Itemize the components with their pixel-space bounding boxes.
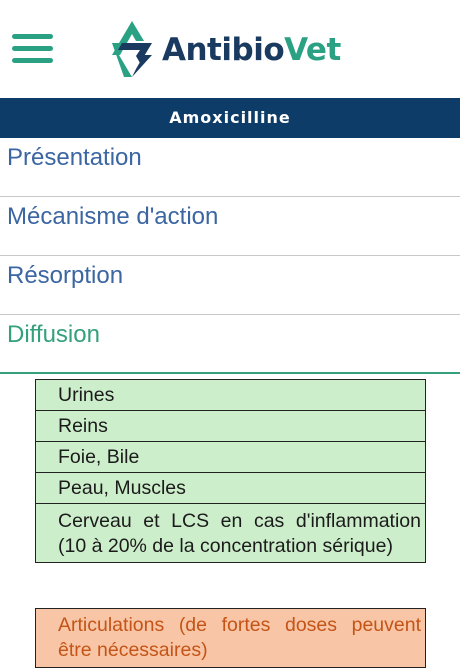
- antibiovet-logo[interactable]: AntibioVet: [106, 18, 341, 80]
- section-resorption[interactable]: Résorption: [0, 256, 460, 315]
- section-label: Diffusion: [7, 321, 100, 348]
- logo-text-vet: Vet: [284, 32, 341, 68]
- table-row: Urines: [36, 380, 425, 411]
- section-label: Résorption: [7, 262, 124, 289]
- table-row: Peau, Muscles: [36, 473, 425, 504]
- logo-text: AntibioVet: [162, 32, 341, 68]
- star-of-life-icon: [112, 21, 152, 77]
- app-header: AntibioVet: [0, 0, 460, 98]
- logo-text-antibio: Antibio: [162, 32, 285, 68]
- section-label: Mécanisme d'action: [7, 203, 219, 230]
- section-presentation[interactable]: Présentation: [0, 138, 460, 197]
- table-row: Articulations (de fortes doses peuvent ê…: [58, 614, 421, 661]
- diffusion-partial-table: Articulations (de fortes doses peuvent ê…: [35, 608, 426, 668]
- section-label: Présentation: [7, 144, 142, 171]
- menu-bar: [12, 46, 53, 51]
- hamburger-menu-button[interactable]: [12, 34, 54, 64]
- menu-bar: [12, 58, 53, 63]
- table-row: Cerveau et LCS en cas d'inflammation (10…: [36, 504, 425, 563]
- table-row: Reins: [36, 411, 425, 442]
- divider: [0, 372, 460, 374]
- drug-title-bar: Amoxicilline: [0, 98, 460, 138]
- menu-bar: [12, 34, 53, 39]
- section-mecanisme-action[interactable]: Mécanisme d'action: [0, 197, 460, 256]
- table-row: Foie, Bile: [36, 442, 425, 473]
- drug-title: Amoxicilline: [169, 108, 291, 127]
- diffusion-good-table: Urines Reins Foie, Bile Peau, Muscles Ce…: [35, 379, 426, 563]
- section-diffusion[interactable]: Diffusion: [0, 315, 460, 374]
